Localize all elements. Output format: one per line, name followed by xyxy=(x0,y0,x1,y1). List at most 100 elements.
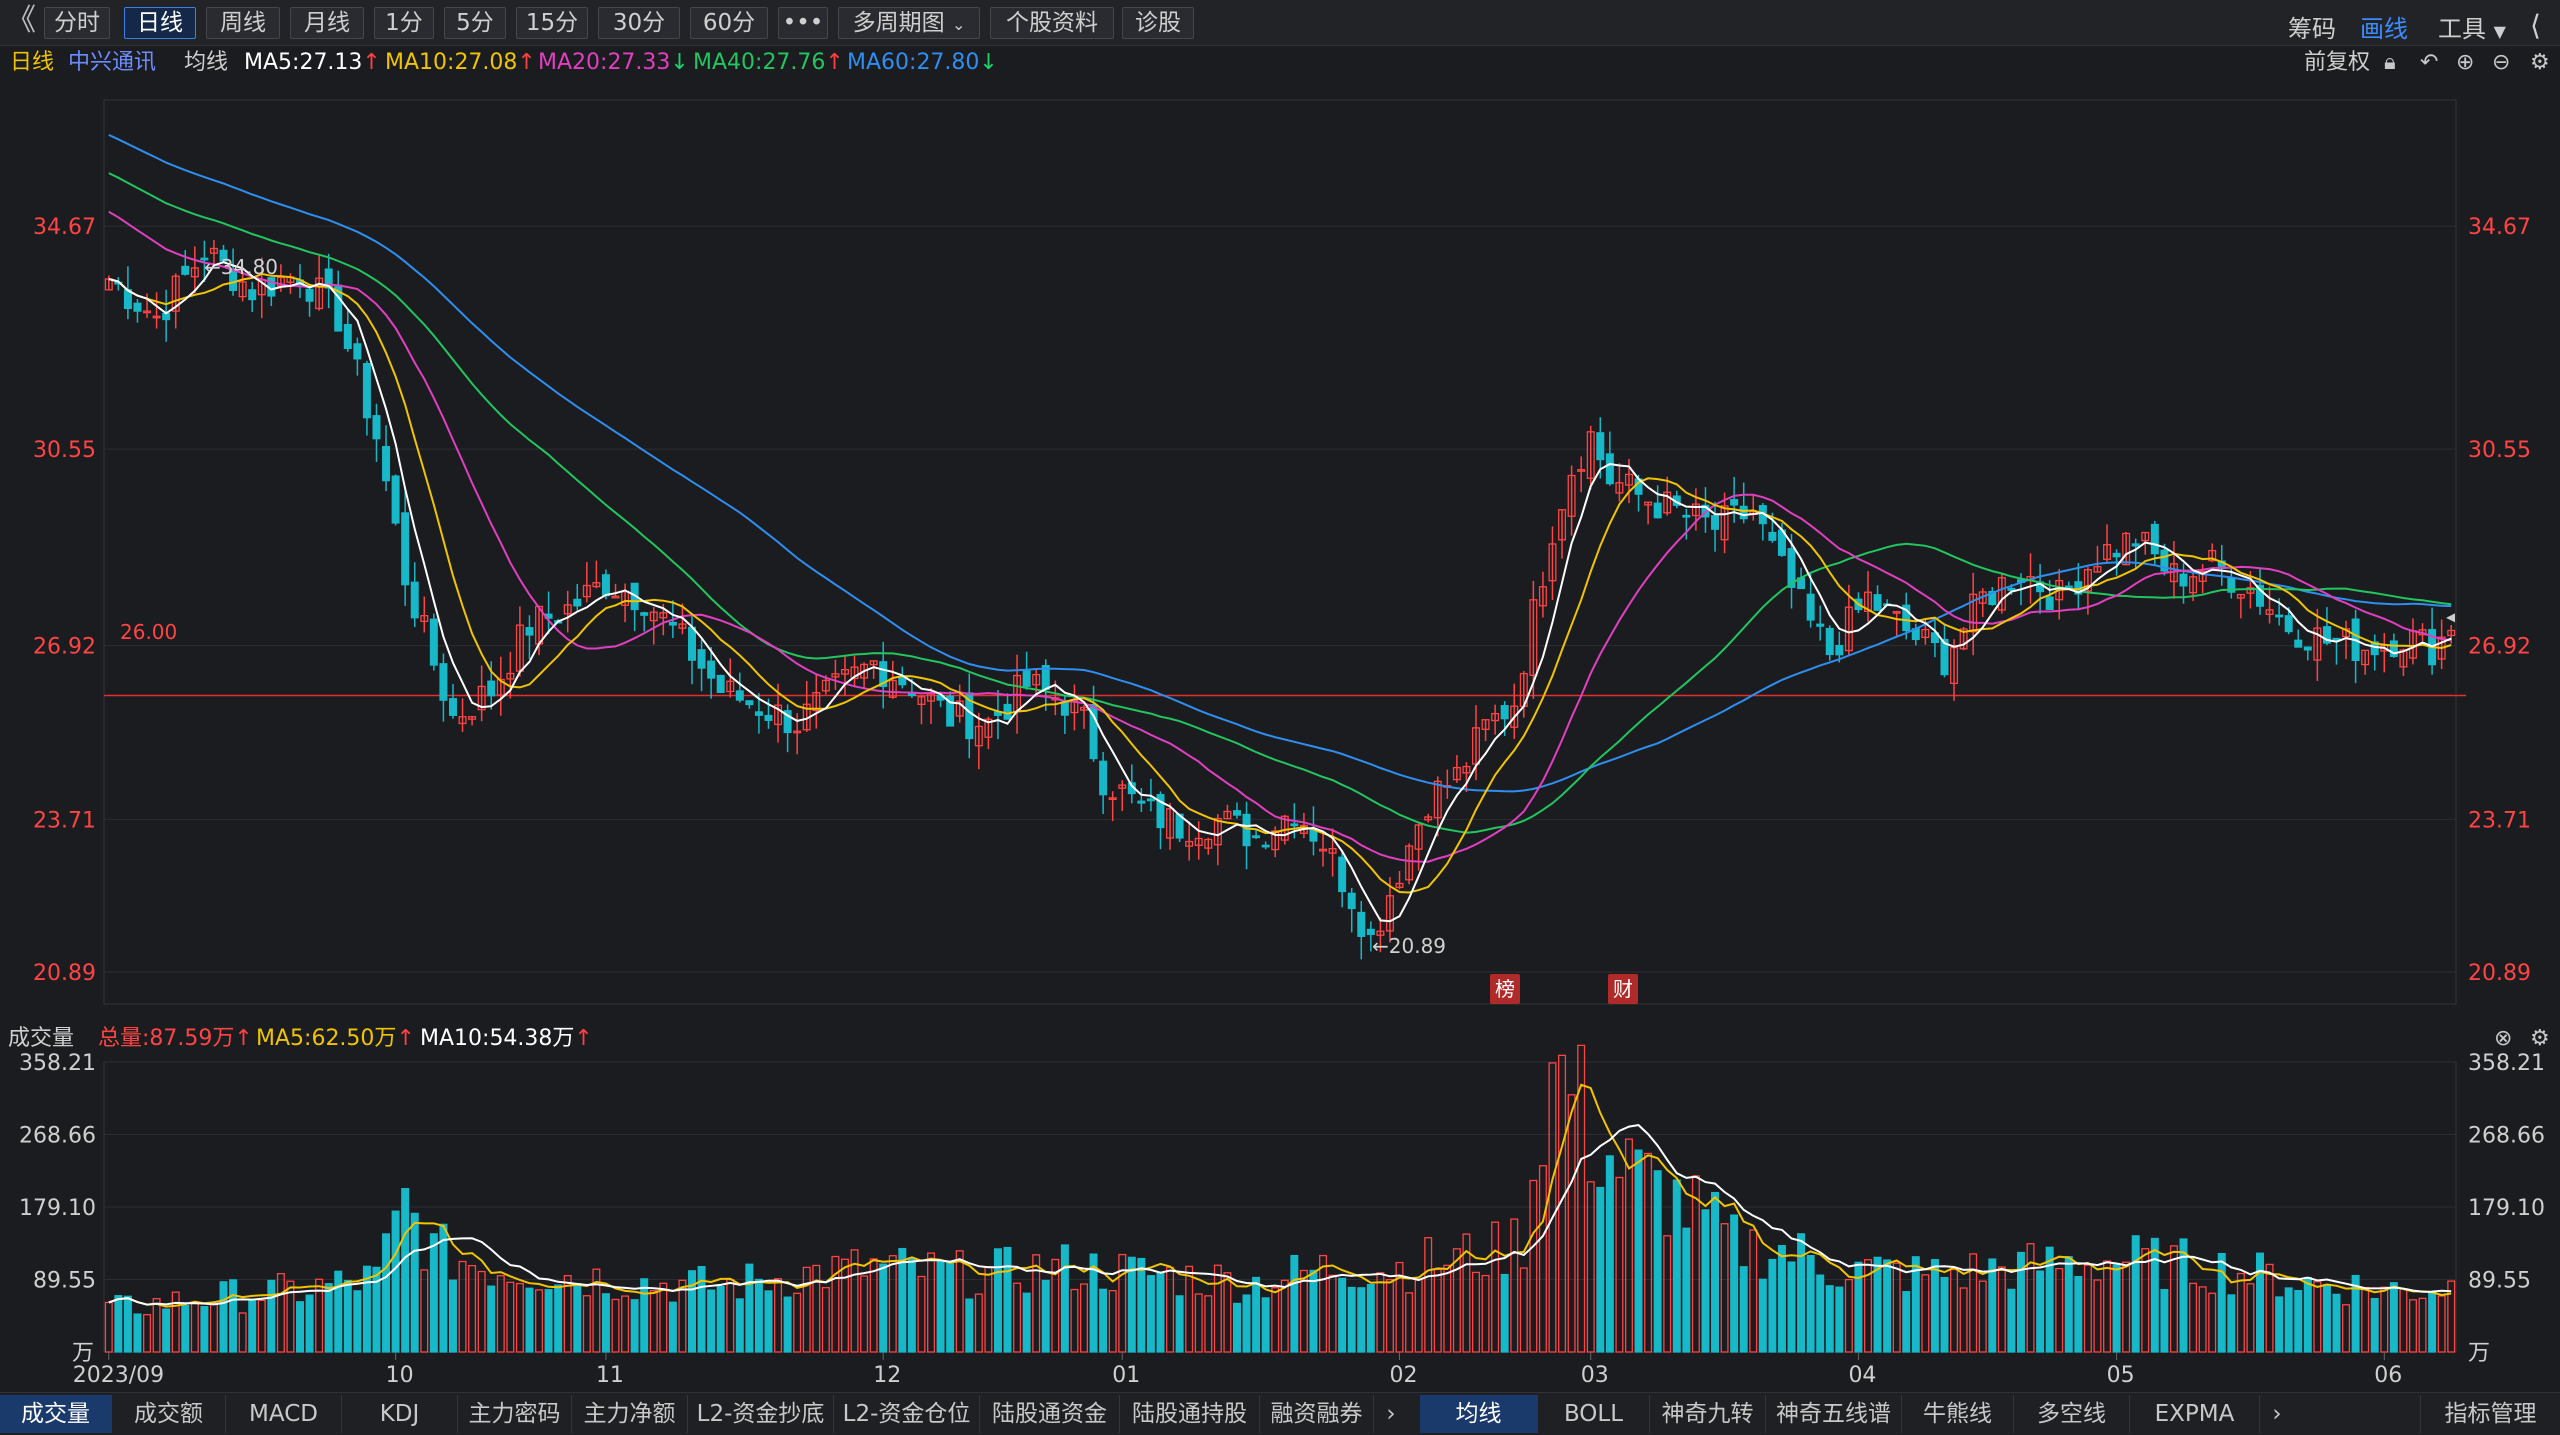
volume-bar xyxy=(955,1250,964,1353)
candle-body xyxy=(305,288,314,302)
volume-bar xyxy=(707,1289,716,1353)
volume-bar xyxy=(2227,1294,2236,1353)
tab-macd[interactable]: MACD xyxy=(226,1395,342,1433)
app-window: { "toolbar": { "back_label": "《", "perio… xyxy=(0,0,2560,1435)
tab-l2-bottom[interactable]: L2-资金抄底 xyxy=(688,1395,834,1433)
volume-bar xyxy=(802,1266,811,1353)
tab-l2-position[interactable]: L2-资金仓位 xyxy=(834,1395,980,1433)
chevron-right-icon[interactable]: › xyxy=(2260,1395,2294,1433)
tab-ma[interactable]: 均线 xyxy=(1420,1395,1538,1433)
candle-body xyxy=(401,512,410,586)
candle-body xyxy=(1806,593,1815,621)
volume-bar xyxy=(1414,1278,1423,1353)
volume-bar xyxy=(1768,1258,1777,1353)
volume-bar xyxy=(1691,1175,1700,1353)
finance-tag[interactable]: 财 xyxy=(1608,974,1638,1004)
tab-kdj[interactable]: KDJ xyxy=(342,1395,458,1433)
volume-bar xyxy=(573,1283,582,1353)
volume-bar xyxy=(1519,1267,1528,1353)
volume-bar xyxy=(104,1301,113,1353)
tab-five-lines[interactable]: 神奇五线谱 xyxy=(1766,1395,1902,1433)
tab-expma[interactable]: EXPMA xyxy=(2130,1395,2260,1433)
volume-bar xyxy=(2265,1263,2274,1353)
volume-bar xyxy=(946,1262,955,1353)
volume-tick-label-left: 89.55 xyxy=(33,1269,96,1294)
volume-bar xyxy=(1720,1223,1729,1353)
volume-bar xyxy=(1041,1279,1050,1353)
volume-tick-label-left: 179.10 xyxy=(19,1196,96,1221)
tab-main-net[interactable]: 主力净额 xyxy=(572,1395,688,1433)
candle-body xyxy=(668,621,677,626)
volume-bar xyxy=(248,1300,257,1353)
volume-bar xyxy=(2141,1248,2150,1353)
candle-body xyxy=(688,626,696,661)
candle-body xyxy=(181,265,190,275)
volume-bar xyxy=(2189,1282,2198,1353)
volume-bar xyxy=(1653,1170,1662,1353)
candle-body xyxy=(764,714,773,721)
tab-td9[interactable]: 神奇九转 xyxy=(1650,1395,1766,1433)
volume-bar xyxy=(506,1281,515,1353)
kline-chart[interactable]: 34.67 34.67 30.55 30.55 26.92 26.92 23.71 23.71… xyxy=(0,0,2560,1392)
volume-bar xyxy=(649,1290,658,1353)
volume-bar xyxy=(2103,1260,2112,1353)
volume-bar xyxy=(2284,1287,2293,1353)
chevron-right-icon[interactable]: › xyxy=(1374,1395,1408,1433)
volume-bar xyxy=(1146,1275,1155,1353)
volume-bar xyxy=(276,1273,285,1353)
volume-bar xyxy=(716,1285,725,1353)
candle-body xyxy=(640,612,649,616)
volume-bar xyxy=(1280,1279,1289,1353)
rank-tag[interactable]: 榜 xyxy=(1490,974,1520,1004)
volume-bar xyxy=(2074,1275,2083,1353)
tab-boll[interactable]: BOLL xyxy=(1538,1395,1650,1433)
volume-bar xyxy=(1204,1295,1213,1353)
volume-bar xyxy=(2246,1283,2255,1353)
volume-bar xyxy=(267,1279,276,1353)
candle-body xyxy=(2045,596,2054,611)
tab-main-code[interactable]: 主力密码 xyxy=(458,1395,572,1433)
volume-bar xyxy=(1309,1269,1318,1353)
volume-bar xyxy=(1634,1149,1643,1353)
volume-bar xyxy=(1529,1179,1538,1353)
volume-bar xyxy=(2437,1295,2446,1353)
volume-unit-label: 万 xyxy=(2468,1341,2490,1366)
tab-long-short[interactable]: 多空线 xyxy=(2014,1395,2130,1433)
candle-body xyxy=(1252,835,1261,839)
x-tick-label: 11 xyxy=(596,1363,624,1388)
candle-body xyxy=(1357,911,1366,937)
volume-bar xyxy=(1538,1165,1547,1353)
tab-turnover[interactable]: 成交额 xyxy=(112,1395,226,1433)
tab-bull-bear[interactable]: 牛熊线 xyxy=(1902,1395,2014,1433)
volume-bar xyxy=(219,1281,228,1353)
high-price-marker: ←34.80 xyxy=(204,255,279,279)
volume-bar xyxy=(420,1269,429,1353)
candle-body xyxy=(1003,703,1012,720)
tab-northbound-holding[interactable]: 陆股通持股 xyxy=(1120,1395,1260,1433)
volume-bar xyxy=(410,1212,419,1353)
volume-bar xyxy=(1883,1259,1892,1353)
volume-bar xyxy=(697,1265,706,1353)
volume-bar xyxy=(1424,1237,1433,1353)
volume-bar xyxy=(735,1298,744,1353)
tab-northbound-fund[interactable]: 陆股通资金 xyxy=(980,1395,1120,1433)
volume-bar xyxy=(1663,1235,1672,1353)
candle-body xyxy=(248,289,257,301)
tab-volume[interactable]: 成交量 xyxy=(0,1395,112,1433)
line-price-label: 26.00 xyxy=(120,620,178,644)
tab-margin[interactable]: 融资融券 xyxy=(1260,1395,1374,1433)
volume-bar xyxy=(1118,1253,1127,1353)
volume-bar xyxy=(2150,1237,2159,1353)
volume-bar xyxy=(678,1279,687,1353)
volume-bar xyxy=(1615,1176,1624,1353)
price-tick-label-left: 20.89 xyxy=(33,961,96,986)
volume-bar xyxy=(2294,1289,2303,1353)
indicator-manage-button[interactable]: 指标管理 xyxy=(2420,1395,2560,1433)
volume-bar xyxy=(238,1312,247,1353)
candle-body xyxy=(1261,844,1270,848)
price-tick-label-right: 20.89 xyxy=(2468,961,2531,986)
candle-body xyxy=(2284,615,2293,633)
volume-bar xyxy=(2036,1270,2045,1353)
volume-bar xyxy=(1060,1244,1069,1353)
candle-body xyxy=(601,574,610,597)
